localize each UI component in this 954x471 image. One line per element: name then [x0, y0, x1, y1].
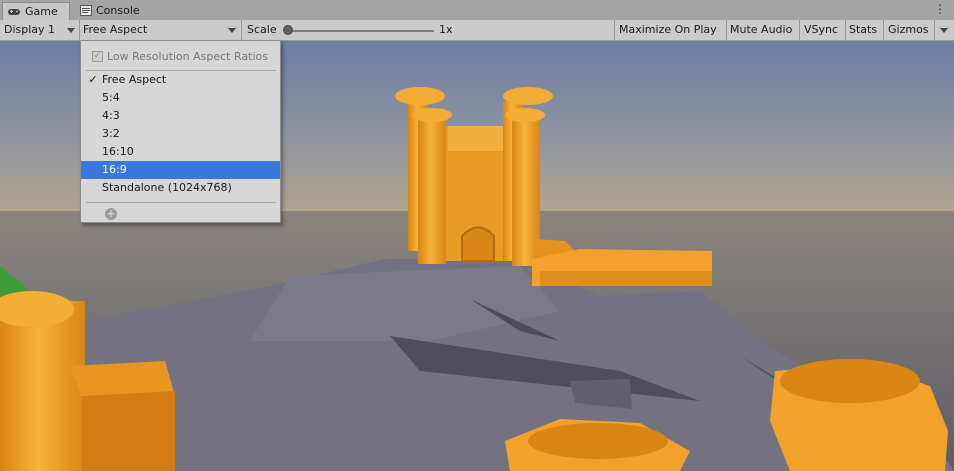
checkmark-icon: ✓ — [88, 73, 98, 86]
toolbar-divider — [726, 20, 727, 40]
mute-audio-toggle[interactable]: Mute Audio — [730, 20, 792, 40]
toolbar-divider — [845, 20, 846, 40]
menu-item-5-4[interactable]: 5:4 — [81, 89, 280, 107]
tab-game-label: Game — [25, 5, 58, 18]
menu-item-label: Standalone (1024x768) — [102, 181, 232, 194]
gamepad-icon — [8, 9, 20, 15]
foreground-pipe — [0, 301, 85, 471]
menu-item-free-aspect[interactable]: ✓ Free Aspect — [81, 71, 280, 89]
add-aspect-icon[interactable]: + — [105, 208, 117, 220]
menu-divider — [86, 202, 276, 203]
console-icon — [80, 5, 92, 16]
castle-tower — [418, 116, 446, 264]
aspect-ratio-menu: ✓ Low Resolution Aspect Ratios ✓ Free As… — [80, 40, 281, 223]
display-dropdown-label: Display 1 — [4, 23, 56, 36]
more-options-icon[interactable]: ⋮ — [934, 2, 946, 16]
gizmos-toggle[interactable]: Gizmos — [888, 20, 929, 40]
menu-item-3-2[interactable]: 3:2 — [81, 125, 280, 143]
scale-label: Scale — [247, 23, 277, 36]
stats-toggle[interactable]: Stats — [849, 20, 877, 40]
chevron-down-icon — [228, 28, 236, 33]
scale-slider-track[interactable] — [288, 30, 434, 32]
menu-item-16-9[interactable]: 16:9 — [81, 161, 280, 179]
maximize-on-play-toggle[interactable]: Maximize On Play — [619, 20, 717, 40]
tab-console[interactable]: Console — [76, 2, 156, 20]
menu-item-label: Free Aspect — [102, 73, 167, 86]
scale-value: 1x — [439, 23, 453, 36]
checkbox-icon: ✓ — [92, 51, 103, 62]
castle-gate — [461, 226, 495, 262]
menu-item-label: 3:2 — [102, 127, 120, 140]
aspect-dropdown-label: Free Aspect — [83, 23, 148, 36]
menu-item-16-10[interactable]: 16:10 — [81, 143, 280, 161]
vsync-toggle[interactable]: VSync — [804, 20, 838, 40]
menu-item-standalone[interactable]: Standalone (1024x768) — [81, 179, 280, 197]
low-resolution-label: Low Resolution Aspect Ratios — [107, 50, 268, 63]
menu-item-label: 4:3 — [102, 109, 120, 122]
toolbar-divider — [79, 20, 80, 40]
menu-item-4-3[interactable]: 4:3 — [81, 107, 280, 125]
tab-console-label: Console — [96, 4, 140, 17]
chevron-down-icon — [67, 28, 75, 33]
menu-item-label: 16:10 — [102, 145, 134, 158]
toolbar-divider — [883, 20, 884, 40]
tab-game[interactable]: Game — [2, 2, 70, 20]
toolbar-divider — [799, 20, 800, 40]
toolbar-divider — [241, 20, 242, 40]
menu-item-label: 5:4 — [102, 91, 120, 104]
aspect-dropdown[interactable]: Free Aspect — [83, 20, 241, 40]
toolbar-divider — [934, 20, 935, 40]
display-dropdown[interactable]: Display 1 — [4, 20, 80, 40]
low-resolution-aspect-toggle[interactable]: ✓ Low Resolution Aspect Ratios — [81, 48, 280, 66]
tab-bar: Game Console ⋮ — [0, 0, 954, 21]
scale-slider-thumb[interactable] — [283, 25, 293, 35]
toolbar-divider — [614, 20, 615, 40]
gizmos-dropdown-chevron-icon[interactable] — [940, 28, 948, 33]
menu-item-label: 16:9 — [102, 163, 127, 176]
